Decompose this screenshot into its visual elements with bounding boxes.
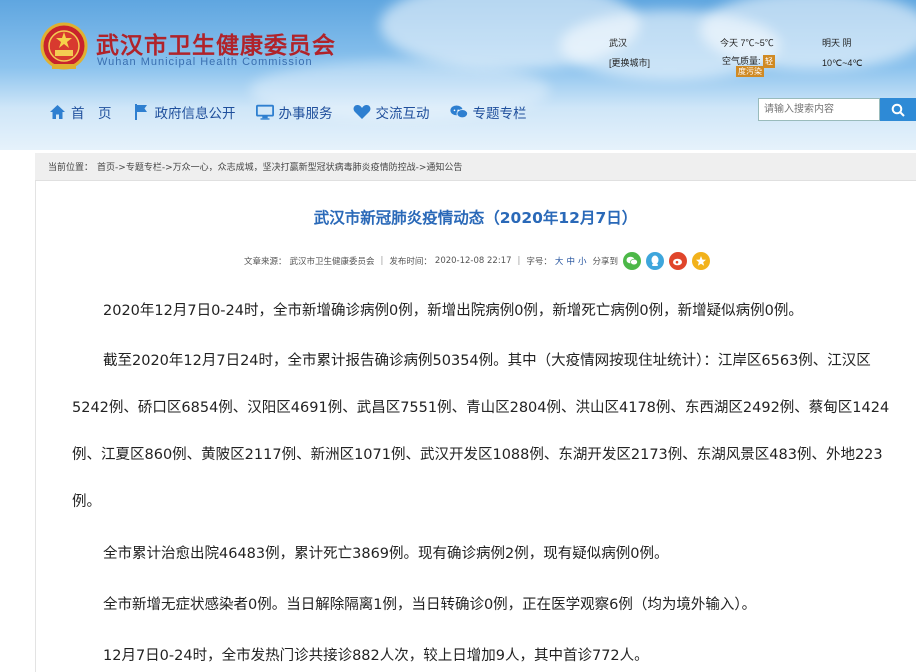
article-title: 武汉市新冠肺炎疫情动态（2020年12月7日）: [313, 209, 638, 227]
weather-tomorrow: 明天 阴: [822, 38, 852, 48]
nav-label: 交流互动: [375, 106, 430, 122]
search-icon: [891, 103, 905, 117]
monitor-icon: [255, 103, 274, 121]
font-size-medium[interactable]: 中: [566, 255, 575, 267]
source-label: 文章来源：: [244, 257, 287, 267]
article-paragraph: 截至2020年12月7日24时，全市累计报告确诊病例50354例。其中（大疫情网…: [72, 338, 896, 526]
nav-label: 政府信息公开: [154, 106, 236, 122]
published-value: 2020-12-08 22:17: [434, 256, 512, 266]
font-size-small[interactable]: 小: [578, 255, 587, 267]
share-label: 分享到: [592, 257, 618, 267]
air-quality-label: 空气质量:: [722, 56, 761, 66]
search-input[interactable]: [758, 98, 880, 121]
breadcrumb-notices[interactable]: ->通知公告: [416, 160, 463, 173]
flag-icon: [132, 103, 150, 121]
breadcrumb-home[interactable]: 首页: [97, 160, 115, 173]
main-nav: 首 页 政府信息公开 办事服务 交流互动 专题专栏: [48, 100, 547, 124]
nav-label: 专题专栏: [472, 106, 527, 122]
paragraph-text: 2020年12月7日0-24时，全市新增确诊病例0例，新增出院病例0例，新增死亡…: [103, 303, 803, 319]
nav-item-gov-info[interactable]: 政府信息公开: [132, 102, 236, 122]
nav-label: 首 页: [71, 106, 112, 122]
paragraph-text: 12月7日0-24时，全市发热门诊共接诊882人次，较上日增加9人，其中首诊77…: [103, 648, 649, 664]
home-icon: [48, 103, 66, 121]
nav-item-interaction[interactable]: 交流互动: [353, 102, 430, 122]
national-emblem-logo: [40, 22, 88, 70]
nav-item-home[interactable]: 首 页: [48, 102, 112, 122]
qq-icon[interactable]: [645, 252, 664, 270]
meta-separator: |: [517, 256, 521, 266]
weather-city: 武汉: [609, 38, 628, 48]
article-meta: 文章来源： 武汉市卫生健康委员会 | 发布时间： 2020-12-08 22:1…: [244, 252, 710, 270]
chat-icon: [449, 103, 468, 121]
wechat-icon[interactable]: [622, 252, 641, 270]
article-paragraph: 2020年12月7日0-24时，全市新增确诊病例0例，新增出院病例0例，新增死亡…: [72, 288, 896, 335]
breadcrumb-special[interactable]: ->专题专栏: [115, 160, 162, 173]
article-paragraph: 全市新增无症状感染者0例。当日解除隔离1例，当日转确诊0例，正在医学观察6例（均…: [72, 582, 896, 629]
paragraph-text: 全市累计治愈出院46483例，累计死亡3869例。现有确诊病例2例，现有疑似病例…: [103, 546, 669, 562]
site-subtitle: Wuhan Municipal Health Commission: [97, 56, 313, 68]
change-city-link[interactable]: [更换城市]: [609, 56, 650, 69]
weibo-icon[interactable]: [668, 252, 687, 270]
breadcrumb-campaign[interactable]: ->万众一心，众志成城，坚决打赢新型冠状病毒肺炎疫情防控战: [162, 160, 416, 173]
site-header: 武汉市卫生健康委员会 Wuhan Municipal Health Commis…: [0, 0, 916, 150]
air-quality-badge: 轻: [763, 55, 776, 68]
breadcrumb: 当前位置： 首页 ->专题专栏 ->万众一心，众志成城，坚决打赢新型冠状病毒肺炎…: [35, 153, 916, 181]
article-paragraph: 全市累计治愈出院46483例，累计死亡3869例。现有确诊病例2例，现有疑似病例…: [72, 531, 896, 578]
nav-label: 办事服务: [278, 106, 333, 122]
air-quality-badge-cont: 度污染: [736, 66, 764, 77]
published-label: 发布时间：: [389, 257, 432, 267]
weather-tomorrow-temp: 10℃~4℃: [822, 58, 863, 68]
font-size-large[interactable]: 大: [555, 255, 564, 267]
breadcrumb-prefix: 当前位置：: [48, 163, 94, 173]
nav-item-special[interactable]: 专题专栏: [449, 102, 527, 122]
weather-today: 今天 7℃~5℃: [720, 38, 774, 48]
site-title: 武汉市卫生健康委员会: [96, 33, 336, 59]
paragraph-text: 全市新增无症状感染者0例。当日解除隔离1例，当日转确诊0例，正在医学观察6例（均…: [103, 597, 757, 613]
font-size-label: 字号：: [526, 257, 552, 267]
meta-separator: |: [380, 256, 384, 266]
paragraph-text: 截至2020年12月7日24时，全市累计报告确诊病例50354例。其中（大疫情网…: [72, 353, 890, 510]
heart-icon: [353, 103, 371, 121]
qzone-icon[interactable]: [691, 252, 710, 270]
search-button[interactable]: [880, 98, 916, 121]
source-value: 武汉市卫生健康委员会: [289, 257, 375, 267]
nav-item-services[interactable]: 办事服务: [255, 102, 333, 122]
article-paragraph: 12月7日0-24时，全市发热门诊共接诊882人次，较上日增加9人，其中首诊77…: [72, 633, 896, 672]
